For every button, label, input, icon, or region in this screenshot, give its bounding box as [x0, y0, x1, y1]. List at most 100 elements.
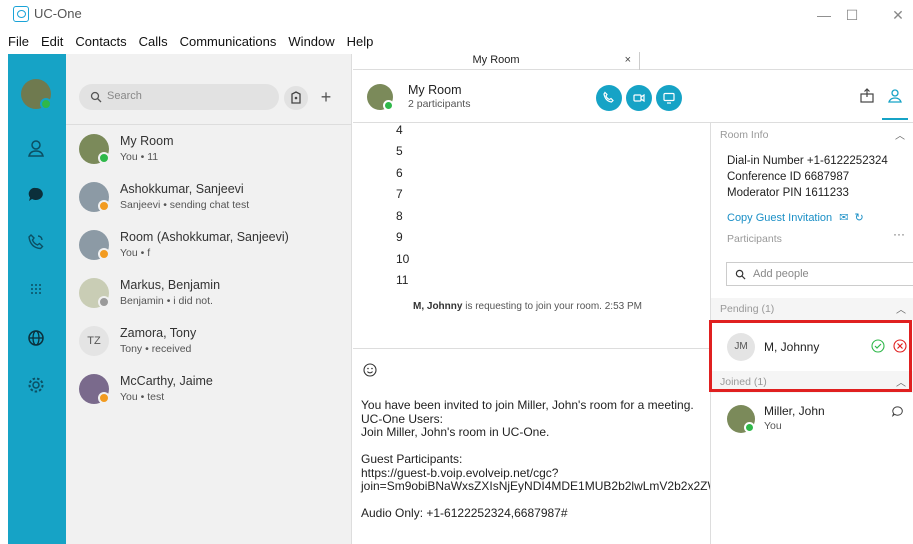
contact-last-message: Benjamin • i did not.	[120, 295, 213, 307]
email-icon[interactable]: ✉	[839, 212, 848, 224]
copy-invite-label: Copy Guest Invitation	[727, 212, 833, 224]
share-screen-button[interactable]	[656, 85, 682, 111]
tab-strip: My Room ×	[353, 52, 913, 70]
contact-name: McCarthy, Jaime	[120, 374, 213, 388]
avatar: TZ	[79, 326, 109, 356]
chat-message: 4	[396, 123, 403, 137]
available-status-icon	[383, 100, 394, 111]
phone-icon	[603, 91, 614, 103]
list-item[interactable]: McCarthy, Jaime You • test	[66, 370, 352, 418]
refresh-icon[interactable]: ↻	[855, 212, 864, 224]
search-icon	[735, 269, 746, 280]
maximize-button[interactable]: ☐	[840, 4, 864, 26]
chat-message: 5	[396, 144, 403, 158]
participants-label: Participants	[727, 233, 782, 245]
collapse-chevron-icon[interactable]: ︿	[895, 127, 905, 142]
globe-icon[interactable]	[26, 328, 46, 348]
chat-header: My Room 2 participants	[353, 71, 913, 123]
emoji-icon[interactable]	[363, 363, 377, 377]
settings-gear-icon[interactable]	[26, 375, 46, 395]
message-input[interactable]: You have been invited to join Miller, Jo…	[361, 398, 902, 521]
video-icon	[633, 93, 645, 103]
menu-edit[interactable]: Edit	[33, 34, 67, 52]
app-logo-icon	[13, 6, 29, 22]
search-placeholder: Search	[107, 90, 142, 102]
menu-contacts[interactable]: Contacts	[67, 34, 130, 52]
video-call-button[interactable]	[626, 85, 652, 111]
add-contact-button[interactable]: +	[314, 86, 338, 110]
menu-communications[interactable]: Communications	[172, 34, 281, 52]
close-tab-icon[interactable]: ×	[625, 52, 631, 68]
contacts-icon[interactable]	[26, 138, 46, 158]
avatar	[727, 405, 755, 433]
list-divider	[66, 124, 352, 125]
chat-bubble-icon[interactable]	[891, 405, 904, 418]
message-list: 4 5 6 7 8 9 10 11 M, Johnny is requestin…	[353, 123, 710, 348]
tab-label: My Room	[472, 54, 520, 66]
contact-last-message: You • f	[120, 247, 151, 259]
close-window-button[interactable]: ✕	[886, 4, 910, 26]
copy-guest-invitation-link[interactable]: Copy Guest Invitation ✉ ↻	[727, 211, 864, 224]
add-people-placeholder: Add people	[753, 268, 809, 280]
contact-last-message: You • test	[120, 391, 165, 403]
list-item[interactable]: Room (Ashokkumar, Sanjeevi) You • f	[66, 226, 352, 274]
chat-title: My Room	[408, 83, 462, 97]
available-status-icon	[98, 152, 110, 164]
room-icon	[291, 91, 301, 104]
share-icon[interactable]	[858, 87, 876, 105]
message-composer[interactable]: You have been invited to join Miller, Jo…	[353, 348, 902, 544]
list-item[interactable]: Markus, Benjamin Benjamin • i did not.	[66, 274, 352, 322]
pending-section-header[interactable]: Pending (1) ︿	[711, 298, 913, 320]
contact-name: Room (Ashokkumar, Sanjeevi)	[120, 230, 289, 244]
nav-rail	[8, 54, 66, 544]
menu-window[interactable]: Window	[280, 34, 338, 52]
join-request-text: is requesting to join your room. 2:53 PM	[462, 301, 642, 312]
chat-icon[interactable]	[26, 185, 46, 205]
list-item[interactable]: My Room You • 11	[66, 130, 352, 178]
chat-message: 7	[396, 187, 403, 201]
join-request-notice: M, Johnny is requesting to join your roo…	[413, 301, 642, 312]
contact-last-message: Tony • received	[120, 343, 192, 355]
chat-message: 6	[396, 166, 403, 180]
collapse-chevron-icon[interactable]: ︿	[896, 301, 906, 316]
menu-bar: File Edit Contacts Calls Communications …	[0, 34, 377, 52]
list-item[interactable]: Ashokkumar, Sanjeevi Sanjeevi • sending …	[66, 178, 352, 226]
app-title: UC-One	[34, 6, 82, 21]
my-avatar[interactable]	[21, 79, 52, 110]
busy-status-icon	[98, 200, 110, 212]
title-bar: UC-One — ☐ ✕	[0, 0, 913, 32]
list-item[interactable]: TZ Zamora, Tony Tony • received	[66, 322, 352, 370]
available-status-icon	[40, 98, 52, 110]
dial-in-number: Dial-in Number +1-6122252324	[727, 155, 888, 167]
dialpad-icon[interactable]	[26, 280, 46, 300]
menu-file[interactable]: File	[0, 34, 33, 52]
chat-message: 9	[396, 230, 403, 244]
contact-last-message: You • 11	[120, 151, 159, 163]
tab-my-room[interactable]: My Room ×	[353, 52, 640, 70]
screen-share-icon	[663, 92, 675, 104]
busy-status-icon	[98, 392, 110, 404]
room-info-header: Room Info	[720, 129, 769, 141]
chat-message: 10	[396, 252, 410, 266]
contact-list-panel: Search + My Room You • 11 Ashokkumar, Sa…	[66, 54, 352, 544]
menu-calls[interactable]: Calls	[131, 34, 172, 52]
search-icon	[90, 91, 102, 103]
more-options-icon[interactable]: ···	[893, 227, 905, 241]
moderator-pin: Moderator PIN 1611233	[727, 187, 849, 199]
chat-subtitle: 2 participants	[408, 98, 471, 110]
search-input[interactable]: Search	[79, 84, 279, 110]
call-history-icon[interactable]	[26, 232, 46, 252]
contact-last-message: Sanjeevi • sending chat test	[120, 199, 250, 211]
audio-call-button[interactable]	[596, 85, 622, 111]
minimize-button[interactable]: —	[812, 4, 836, 26]
active-tab-indicator	[882, 118, 908, 120]
contact-name: Ashokkumar, Sanjeevi	[120, 182, 244, 196]
add-people-input[interactable]: Add people	[726, 262, 913, 286]
menu-help[interactable]: Help	[339, 34, 378, 52]
chat-message: 11	[396, 273, 409, 287]
busy-status-icon	[98, 248, 110, 260]
my-room-button[interactable]	[284, 86, 308, 110]
pending-label: Pending (1)	[720, 303, 775, 315]
participants-icon[interactable]	[886, 87, 904, 105]
chat-message: 8	[396, 209, 403, 223]
